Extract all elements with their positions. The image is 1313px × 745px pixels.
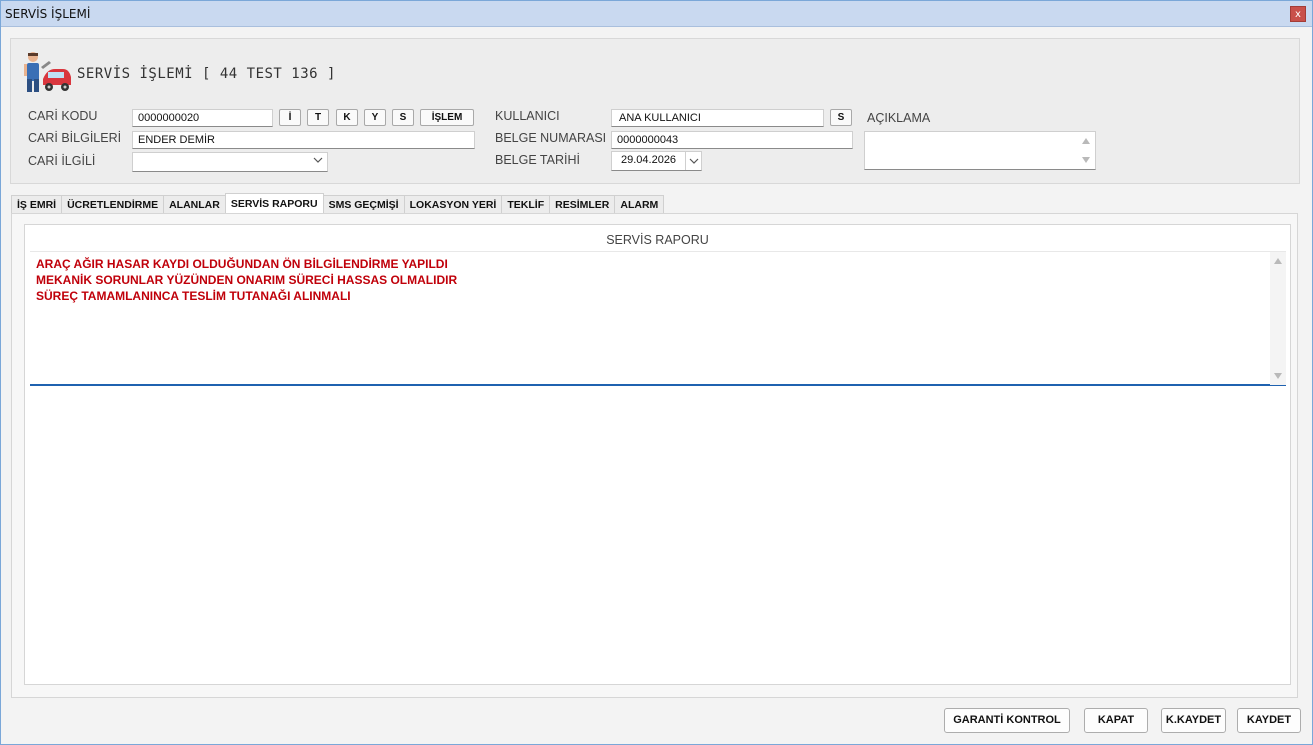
report-text: ARAÇ AĞIR HASAR KAYDI OLDUĞUNDAN ÖN BİLG… xyxy=(36,256,457,304)
close-icon[interactable]: x xyxy=(1290,6,1306,22)
header-panel: SERVİS İŞLEMİ [ 44 TEST 136 ] CARİ KODU … xyxy=(10,38,1300,184)
report-scrollbar[interactable] xyxy=(1270,252,1286,385)
cari-s-button[interactable]: S xyxy=(392,109,414,126)
garanti-kontrol-button[interactable]: GARANTİ KONTROL xyxy=(944,708,1070,733)
belge-numarasi-label: BELGE NUMARASI xyxy=(495,131,607,145)
cari-bilgileri-field[interactable]: ENDER DEMİR xyxy=(132,131,475,149)
tab-content: SERVİS RAPORU ARAÇ AĞIR HASAR KAYDI OLDU… xyxy=(11,213,1298,698)
aciklama-label: AÇIKLAMA xyxy=(867,111,931,125)
cari-i-button[interactable]: İ xyxy=(279,109,301,126)
tab-ucretlendirme[interactable]: ÜCRETLENDİRME xyxy=(61,195,165,213)
kaydet-button[interactable]: KAYDET xyxy=(1237,708,1301,733)
belge-tarihi-label: BELGE TARİHİ xyxy=(495,153,580,167)
cari-kodu-field[interactable]: 0000000020 xyxy=(132,109,273,127)
report-panel: SERVİS RAPORU ARAÇ AĞIR HASAR KAYDI OLDU… xyxy=(24,224,1291,685)
mechanic-car-icon xyxy=(24,52,71,92)
belge-numarasi-field[interactable]: 0000000043 xyxy=(611,131,853,149)
report-line: ARAÇ AĞIR HASAR KAYDI OLDUĞUNDAN ÖN BİLG… xyxy=(36,257,448,271)
scroll-up-icon[interactable] xyxy=(1274,258,1282,264)
chevron-down-icon[interactable] xyxy=(313,155,323,165)
tab-teklif[interactable]: TEKLİF xyxy=(501,195,551,213)
kapat-button[interactable]: KAPAT xyxy=(1084,708,1148,733)
k-kaydet-button[interactable]: K.KAYDET xyxy=(1161,708,1226,733)
report-title: SERVİS RAPORU xyxy=(606,233,709,247)
scroll-up-icon[interactable] xyxy=(1082,138,1090,144)
report-line: SÜREÇ TAMAMLANINCA TESLİM TUTANAĞI ALINM… xyxy=(36,289,351,303)
tab-sms-gecmisi[interactable]: SMS GEÇMİŞİ xyxy=(322,195,405,213)
date-dropdown[interactable] xyxy=(685,152,701,170)
belge-tarihi-value: 29.04.2026 xyxy=(621,154,677,166)
kullanici-label: KULLANICI xyxy=(495,109,560,123)
tab-resimler[interactable]: RESİMLER xyxy=(549,195,616,213)
tab-is-emri[interactable]: İŞ EMRİ xyxy=(11,195,63,213)
kullanici-s-button[interactable]: S xyxy=(830,109,852,126)
tab-alanlar[interactable]: ALANLAR xyxy=(163,195,226,213)
cari-ilgili-combo[interactable] xyxy=(132,152,328,172)
tab-bar: İŞ EMRİ ÜCRETLENDİRME ALANLAR SERVİS RAP… xyxy=(11,193,665,213)
cari-t-button[interactable]: T xyxy=(307,109,329,126)
title-bar[interactable]: SERVİS İŞLEMİ x xyxy=(1,1,1312,27)
cari-kodu-label: CARİ KODU xyxy=(28,109,98,123)
cari-k-button[interactable]: K xyxy=(336,109,358,126)
report-line: MEKANİK SORUNLAR YÜZÜNDEN ONARIM SÜRECİ … xyxy=(36,273,458,287)
tab-alarm[interactable]: ALARM xyxy=(614,195,665,213)
cari-bilgileri-label: CARİ BİLGİLERİ xyxy=(28,131,122,145)
belge-tarihi-picker[interactable]: 29.04.2026 xyxy=(611,151,702,171)
tab-servis-raporu[interactable]: SERVİS RAPORU xyxy=(224,193,324,213)
chevron-down-icon xyxy=(689,158,699,164)
window-title: SERVİS İŞLEMİ xyxy=(5,7,91,21)
cari-y-button[interactable]: Y xyxy=(364,109,386,126)
page-title: SERVİS İŞLEMİ [ 44 TEST 136 ] xyxy=(77,66,336,82)
report-textarea[interactable]: ARAÇ AĞIR HASAR KAYDI OLDUĞUNDAN ÖN BİLG… xyxy=(30,251,1286,386)
scroll-down-icon[interactable] xyxy=(1274,373,1282,379)
tab-lokasyon-yeri[interactable]: LOKASYON YERİ xyxy=(403,195,503,213)
scroll-down-icon[interactable] xyxy=(1082,157,1090,163)
cari-islem-button[interactable]: İŞLEM xyxy=(420,109,474,126)
aciklama-textarea[interactable] xyxy=(864,131,1096,170)
service-window: SERVİS İŞLEMİ x SERVİS İŞLEMİ [ 44 TEST … xyxy=(0,0,1313,745)
kullanici-field[interactable]: ANA KULLANICI xyxy=(611,109,824,127)
cari-ilgili-label: CARİ İLGİLİ xyxy=(28,154,96,168)
